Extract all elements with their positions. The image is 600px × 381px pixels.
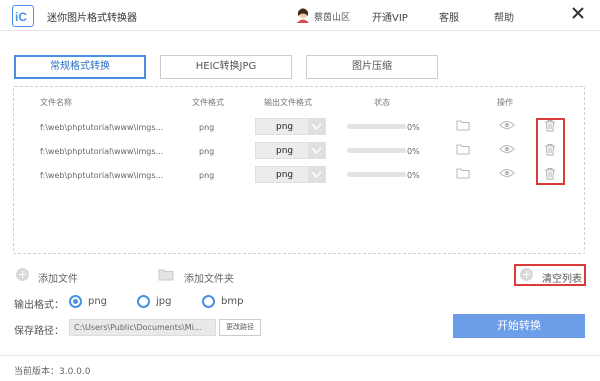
- chevron-down-icon: [308, 167, 325, 182]
- row-file-format: png: [199, 123, 215, 132]
- tab-standard-convert[interactable]: 常规格式转换: [14, 55, 146, 79]
- folder-icon[interactable]: [158, 268, 174, 284]
- add-file-icon[interactable]: [16, 268, 29, 281]
- radio-bmp[interactable]: [202, 295, 215, 308]
- clear-list-button[interactable]: 清空列表: [542, 270, 582, 285]
- close-icon[interactable]: [571, 6, 587, 22]
- preview-eye-icon[interactable]: [499, 168, 515, 181]
- delete-column-highlight: [536, 118, 565, 185]
- radio-png-label[interactable]: png: [88, 296, 107, 307]
- status-bar: 当前版本：3.0.0.0: [0, 355, 600, 381]
- save-path-label: 保存路径：: [14, 326, 64, 337]
- svg-text:iC: iC: [15, 10, 27, 24]
- row-file-name: f:\web\phptutorial\www\imgs...: [40, 123, 164, 132]
- radio-png[interactable]: [69, 295, 82, 308]
- output-format-select[interactable]: png: [255, 118, 326, 135]
- progress-percent: 0%: [407, 123, 420, 132]
- radio-jpg[interactable]: [137, 295, 150, 308]
- change-path-button[interactable]: 更改路径: [219, 319, 261, 336]
- version-text: 当前版本：3.0.0.0: [14, 367, 91, 377]
- row-file-name: f:\web\phptutorial\www\imgs...: [40, 147, 164, 156]
- app-title: 迷你图片格式转换器: [47, 13, 137, 24]
- vip-link[interactable]: 开通VIP: [372, 9, 408, 24]
- add-file-button[interactable]: 添加文件: [38, 270, 78, 285]
- clear-list-icon[interactable]: [520, 268, 533, 281]
- row-file-format: png: [199, 147, 215, 156]
- progress-bar: [347, 172, 406, 177]
- folder-icon[interactable]: [456, 119, 470, 134]
- header-actions: 操作: [497, 98, 513, 107]
- save-path-field[interactable]: C:\Users\Public\Documents\Mi...: [69, 319, 216, 336]
- header-status: 状态: [374, 98, 390, 107]
- chevron-down-icon: [308, 119, 325, 134]
- header-file-format: 文件格式: [192, 98, 224, 107]
- avatar[interactable]: [296, 7, 310, 23]
- tab-heic-jpg[interactable]: HEIC转换JPG: [160, 55, 292, 79]
- title-bar: iC 迷你图片格式转换器 蔡茵山区 开通VIP 客服 帮助: [0, 0, 600, 31]
- start-convert-button[interactable]: 开始转换: [453, 314, 585, 338]
- radio-jpg-label[interactable]: jpg: [156, 296, 171, 307]
- folder-icon[interactable]: [456, 143, 470, 158]
- output-format-select[interactable]: png: [255, 142, 326, 159]
- progress-percent: 0%: [407, 171, 420, 180]
- progress-bar: [347, 124, 406, 129]
- row-file-name: f:\web\phptutorial\www\imgs...: [40, 171, 164, 180]
- add-folder-button[interactable]: 添加文件夹: [184, 270, 234, 285]
- radio-bmp-label[interactable]: bmp: [221, 296, 243, 307]
- output-format-label: 输出格式：: [14, 300, 64, 311]
- progress-percent: 0%: [407, 147, 420, 156]
- progress-bar: [347, 148, 406, 153]
- chevron-down-icon: [308, 143, 325, 158]
- preview-eye-icon[interactable]: [499, 120, 515, 133]
- row-file-format: png: [199, 171, 215, 180]
- tab-image-compress[interactable]: 图片压缩: [306, 55, 438, 79]
- folder-icon[interactable]: [456, 167, 470, 182]
- header-output-format: 输出文件格式: [264, 98, 312, 107]
- help-link[interactable]: 帮助: [494, 9, 514, 24]
- output-format-select[interactable]: png: [255, 166, 326, 183]
- preview-eye-icon[interactable]: [499, 144, 515, 157]
- service-link[interactable]: 客服: [439, 9, 459, 24]
- username[interactable]: 蔡茵山区: [314, 10, 350, 23]
- header-file-name: 文件名称: [40, 98, 72, 107]
- app-logo: iC: [12, 5, 34, 27]
